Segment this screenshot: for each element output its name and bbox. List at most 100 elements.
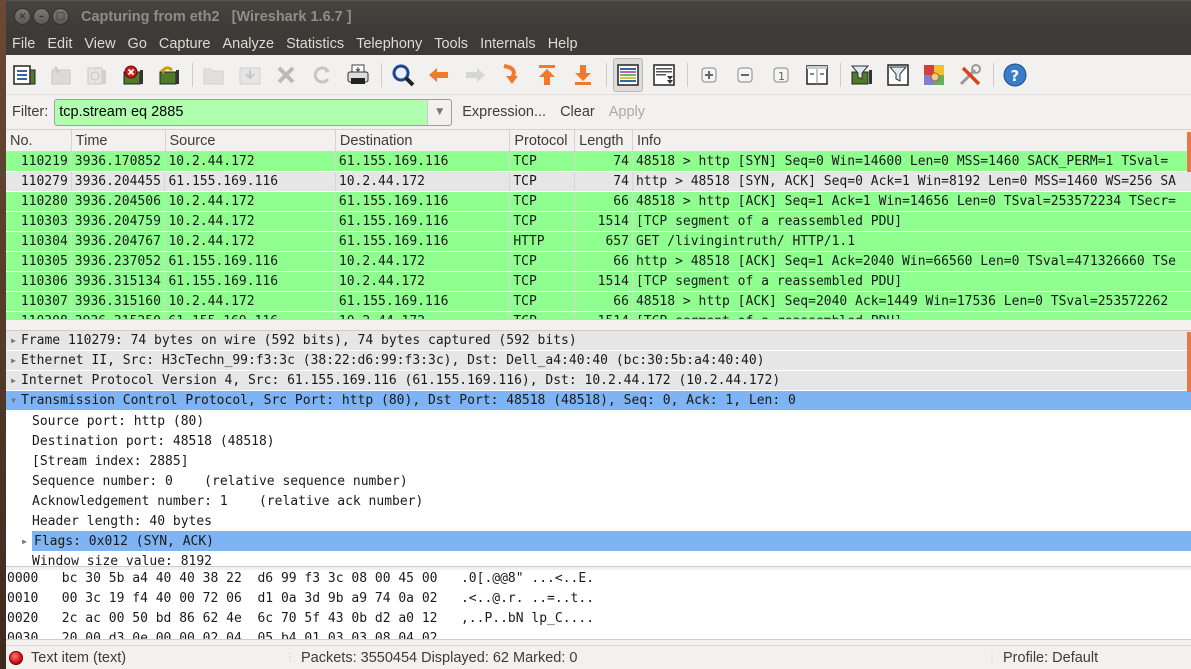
tree-node-label: Header length: 40 bytes [32,513,213,529]
cell-time: 3936.204759 [72,212,166,231]
go-last-button[interactable] [568,58,598,92]
apply-button[interactable]: Apply [602,104,652,120]
tree-node[interactable]: Destination port: 48518 (48518) [6,431,1191,451]
column-header-protocol[interactable]: Protocol [510,130,576,151]
tree-node[interactable]: ▼ Transmission Control Protocol, Src Port… [6,391,1191,411]
expander-closed-icon[interactable]: ▶ [6,376,21,385]
column-header-info[interactable]: Info [633,130,1191,151]
menu-tools[interactable]: Tools [428,36,474,52]
close-window-button[interactable]: × [14,8,31,25]
resize-columns-button[interactable] [802,58,832,92]
colorize-icon [617,63,639,86]
hex-row[interactable]: 0020 2c ac 00 50 bd 86 62 4e 6c 70 5f 43… [6,610,1191,630]
column-header-source[interactable]: Source [166,130,336,151]
tree-node[interactable]: Acknowledgement number: 1 (relative ack … [6,491,1191,511]
capture-options-button[interactable] [46,58,76,92]
clear-button[interactable]: Clear [553,104,602,120]
tree-node-label: Destination port: 48518 (48518) [32,433,275,449]
column-header-destination[interactable]: Destination [336,130,511,151]
packet-row[interactable]: 110303 3936.204759 10.2.44.172 61.155.169.1… [6,212,1191,232]
tree-node[interactable]: ▶ Frame 110279: 74 bytes on wire (592 bit… [6,331,1191,351]
zoom-in-button[interactable] [694,58,724,92]
expander-open-icon[interactable]: ▼ [6,396,21,405]
column-header-no[interactable]: No. [6,130,72,151]
minimize-window-button[interactable]: – [33,8,50,25]
packet-row[interactable]: 110306 3936.315134 61.155.169.116 10.2.44.1… [6,272,1191,292]
menu-telephony[interactable]: Telephony [350,36,428,52]
display-filters-button[interactable] [883,58,913,92]
cell-source: 10.2.44.172 [165,292,336,311]
packet-row[interactable]: 110219 3936.170852 10.2.44.172 61.155.169.1… [6,152,1191,172]
maximize-window-button[interactable]: □ [52,8,69,25]
go-back-button[interactable] [424,58,454,92]
menu-help[interactable]: Help [542,36,584,52]
go-forward-button[interactable] [460,58,490,92]
cell-length: 1514 [575,212,633,231]
colorize-button[interactable] [613,57,643,92]
menu-edit[interactable]: Edit [41,36,78,52]
save-file-button[interactable] [235,58,265,92]
menu-go[interactable]: Go [122,36,153,52]
menu-internals[interactable]: Internals [474,36,542,52]
filter-history-dropdown[interactable]: ▼ [427,99,452,125]
coloring-rules-button[interactable] [919,58,949,92]
hex-row[interactable]: 0030 20 00 d3 0e 00 00 02 04 05 b4 01 03… [6,630,1191,639]
hex-bytes: 00 3c 19 f4 40 00 72 06 d1 0a 3d 9b a9 7… [61,591,438,606]
menu-file[interactable]: File [6,36,41,52]
tree-node[interactable]: ▶ Internet Protocol Version 4, Src: 61.15… [6,371,1191,391]
find-packet-icon [392,64,415,86]
hex-row[interactable]: 0010 00 3c 19 f4 40 00 72 06 d1 0a 3d 9b… [6,590,1191,610]
cell-source: 61.155.169.116 [165,252,336,271]
filter-input[interactable] [55,104,428,120]
capture-restart-button[interactable] [154,58,184,92]
expander-closed-icon[interactable]: ▶ [6,356,21,365]
status-profile[interactable]: Profile: Default [1003,650,1098,666]
details-scrollbar-thumb[interactable] [1187,332,1191,392]
column-header-length[interactable]: Length [575,130,633,151]
packet-row[interactable]: 110279 3936.204455 61.155.169.116 10.2.44.1… [6,172,1191,192]
print-button[interactable] [343,58,373,92]
menu-statistics[interactable]: Statistics [280,36,350,52]
go-to-packet-button[interactable] [496,58,526,92]
packet-row[interactable]: 110304 3936.204767 10.2.44.172 61.155.169.1… [6,232,1191,252]
tree-node-label: Ethernet II, Src: H3cTechn_99:f3:3c (38:… [21,353,765,368]
help-button[interactable]: ? [1000,58,1030,92]
open-file-button[interactable] [199,58,229,92]
cell-source: 61.155.169.116 [165,272,336,291]
tree-node[interactable]: Window size value: 8192 [6,551,1191,567]
packet-row[interactable]: 110305 3936.237052 61.155.169.116 10.2.44.1… [6,252,1191,272]
pane-grip-icon[interactable]: ⋮ [285,652,295,663]
reload-button[interactable] [307,58,337,92]
normal-size-button[interactable]: 1 [766,58,796,92]
pane-grip-icon[interactable]: ⋮ [987,652,997,663]
scrollbar-thumb[interactable] [1187,132,1191,172]
preferences-button[interactable] [955,58,985,92]
close-file-button[interactable] [271,58,301,92]
expander-closed-icon[interactable]: ▶ [6,336,21,345]
tree-node[interactable]: Sequence number: 0 (relative sequence nu… [6,471,1191,491]
hex-row[interactable]: 0000 bc 30 5b a4 40 40 38 22 d6 99 f3 3c… [6,570,1191,590]
autoscroll-button[interactable] [649,58,679,92]
go-first-button[interactable] [532,58,562,92]
capture-filters-button[interactable] [847,58,877,92]
zoom-out-button[interactable] [730,58,760,92]
packet-row[interactable]: 110280 3936.204506 10.2.44.172 61.155.169.1… [6,192,1191,212]
expander-closed-icon[interactable]: ▶ [17,537,32,546]
tree-node[interactable]: Header length: 40 bytes [6,511,1191,531]
capture-start-button[interactable] [82,58,112,92]
find-packet-button[interactable] [388,58,418,92]
packet-list-scrollbar[interactable] [6,319,1191,327]
interfaces-button[interactable] [10,58,40,92]
capture-stop-button[interactable] [118,58,148,92]
tree-node[interactable]: ▶ Flags: 0x012 (SYN, ACK) [6,531,1191,551]
expression-button[interactable]: Expression... [455,104,553,120]
tree-node[interactable]: Source port: http (80) [6,411,1191,431]
tree-node[interactable]: [Stream index: 2885] [6,451,1191,471]
column-header-time[interactable]: Time [72,130,166,151]
menu-analyze[interactable]: Analyze [216,36,280,52]
menu-view[interactable]: View [78,36,121,52]
tree-node[interactable]: ▶ Ethernet II, Src: H3cTechn_99:f3:3c (38… [6,351,1191,371]
packet-row[interactable]: 110307 3936.315160 10.2.44.172 61.155.169.1… [6,292,1191,312]
expert-info-led-icon[interactable] [9,650,23,665]
menu-capture[interactable]: Capture [153,36,217,52]
